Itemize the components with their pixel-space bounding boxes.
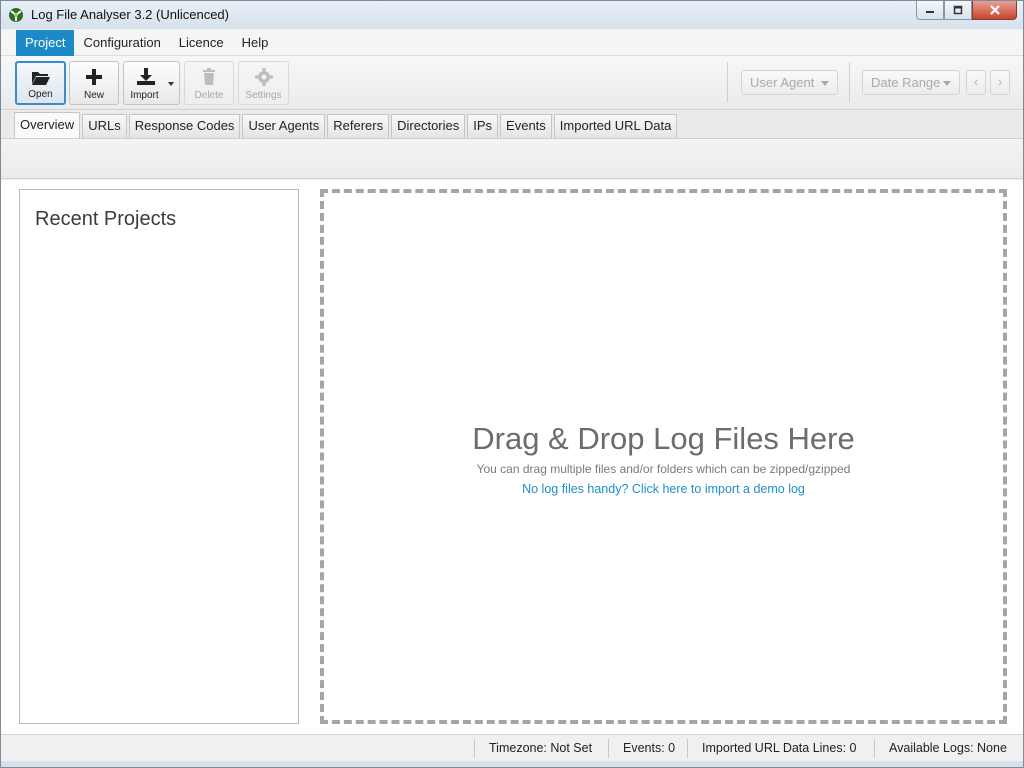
- menu-bar: Project Configuration Licence Help: [1, 30, 1023, 56]
- trash-icon: [203, 68, 215, 85]
- tab-ips[interactable]: IPs: [467, 114, 499, 138]
- drop-zone[interactable]: Drag & Drop Log Files Here You can drag …: [320, 189, 1007, 724]
- open-label: Open: [28, 89, 53, 100]
- tab-referers[interactable]: Referers: [327, 114, 390, 138]
- import-label: Import: [130, 90, 159, 101]
- tab-urls[interactable]: URLs: [82, 114, 127, 138]
- status-imported-lines: Imported URL Data Lines: 0: [702, 741, 857, 755]
- new-button[interactable]: New: [69, 61, 119, 105]
- minimize-button[interactable]: [916, 1, 944, 20]
- date-range-label: Date Range: [871, 75, 941, 90]
- filter-bar: [1, 139, 1023, 179]
- close-icon: [989, 5, 1000, 15]
- main-content: Recent Projects Drag & Drop Log Files He…: [1, 180, 1023, 734]
- status-separator: [608, 739, 609, 758]
- tab-user-agents[interactable]: User Agents: [242, 114, 326, 138]
- menu-help[interactable]: Help: [233, 30, 278, 56]
- drop-zone-subtitle: You can drag multiple files and/or folde…: [476, 462, 851, 476]
- status-separator: [474, 739, 475, 758]
- maximize-icon: [953, 5, 963, 15]
- status-separator: [874, 739, 875, 758]
- drop-zone-title: Drag & Drop Log Files Here: [472, 421, 855, 456]
- next-range-button[interactable]: ›: [990, 70, 1010, 95]
- tab-overview[interactable]: Overview: [14, 112, 81, 138]
- menu-licence[interactable]: Licence: [170, 30, 233, 56]
- delete-label: Delete: [194, 90, 224, 101]
- user-agent-dropdown[interactable]: User Agent: [741, 70, 838, 95]
- recent-projects-title: Recent Projects: [35, 208, 177, 230]
- plus-icon: [86, 69, 102, 85]
- status-available-logs: Available Logs: None: [889, 741, 1007, 755]
- toolbar: Open New Import Delete Settings User Age…: [1, 56, 1023, 110]
- date-range-dropdown[interactable]: Date Range: [862, 70, 960, 95]
- folder-open-icon: [31, 72, 50, 85]
- download-icon: [137, 68, 155, 85]
- chevron-left-icon: ‹: [973, 74, 979, 89]
- user-agent-caret-icon: [821, 81, 829, 86]
- import-dropdown-caret-icon[interactable]: [168, 82, 174, 86]
- status-bar: Timezone: Not Set Events: 0 Imported URL…: [1, 734, 1023, 761]
- open-button[interactable]: Open: [15, 61, 66, 105]
- date-range-caret-icon: [943, 81, 951, 86]
- tab-directories[interactable]: Directories: [391, 114, 466, 138]
- status-timezone: Timezone: Not Set: [489, 741, 593, 755]
- minimize-icon: [926, 11, 934, 13]
- status-separator: [687, 739, 688, 758]
- previous-range-button[interactable]: ‹: [966, 70, 986, 95]
- window-bottom-border: [1, 761, 1023, 767]
- window-title: Log File Analyser 3.2 (Unlicenced): [31, 7, 229, 22]
- maximize-button[interactable]: [944, 1, 972, 20]
- tab-response-codes[interactable]: Response Codes: [128, 114, 241, 138]
- new-label: New: [83, 90, 104, 101]
- user-agent-label: User Agent: [750, 75, 815, 90]
- tab-events[interactable]: Events: [500, 114, 552, 138]
- settings-button[interactable]: Settings: [238, 61, 289, 105]
- window-controls: [916, 1, 1017, 21]
- menu-configuration[interactable]: Configuration: [74, 30, 169, 56]
- import-button[interactable]: Import: [123, 61, 180, 105]
- gear-icon: [254, 68, 273, 86]
- delete-button[interactable]: Delete: [184, 61, 234, 105]
- tab-imported-url-data[interactable]: Imported URL Data: [553, 114, 678, 138]
- toolbar-separator: [727, 62, 728, 102]
- title-bar: Log File Analyser 3.2 (Unlicenced): [1, 1, 1023, 29]
- chevron-right-icon: ›: [997, 74, 1003, 89]
- toolbar-separator: [849, 62, 850, 102]
- app-window: Log File Analyser 3.2 (Unlicenced) Proje…: [0, 0, 1024, 768]
- import-demo-log-link[interactable]: No log files handy? Click here to import…: [324, 482, 1003, 496]
- recent-projects-panel: Recent Projects: [19, 189, 299, 724]
- menu-project[interactable]: Project: [16, 30, 75, 56]
- app-logo-icon: [9, 8, 23, 22]
- status-events: Events: 0: [623, 741, 676, 755]
- settings-label: Settings: [245, 90, 282, 101]
- tab-strip: Overview URLs Response Codes User Agents…: [1, 111, 1023, 139]
- close-button[interactable]: [972, 1, 1017, 20]
